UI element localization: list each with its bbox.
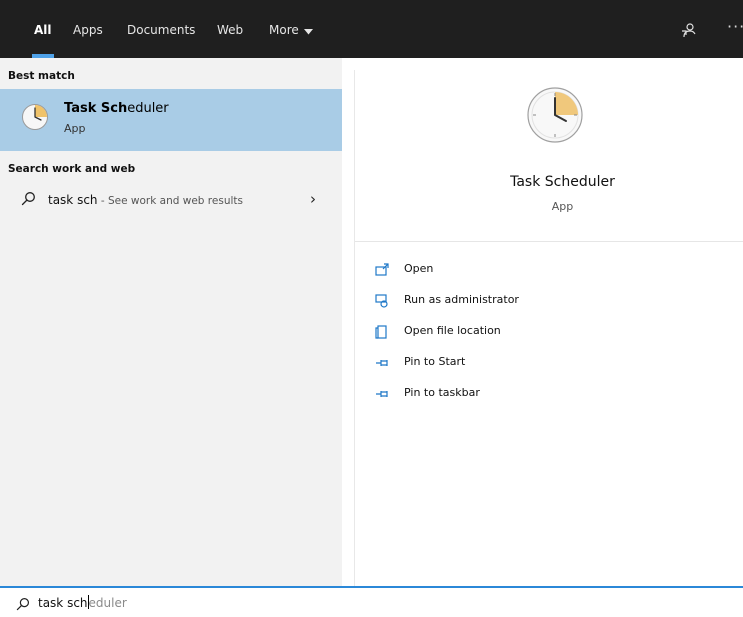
search-input[interactable]: task scheduler [38, 595, 127, 610]
search-work-web-heading: Search work and web [8, 163, 136, 175]
best-match-name: Task Scheduler [64, 101, 169, 116]
action-open-file-location-label: Open file location [404, 324, 501, 337]
open-icon [375, 262, 389, 276]
best-match-name-rest: eduler [127, 101, 169, 116]
pin-icon [375, 355, 389, 369]
best-match-item[interactable]: Task Scheduler App [0, 89, 342, 151]
tab-more[interactable]: More [269, 0, 313, 58]
search-typed-text: task sch [38, 596, 88, 610]
detail-title: Task Scheduler [510, 174, 615, 190]
feedback-icon[interactable] [681, 22, 697, 42]
search-web-hint: - See work and web results [97, 195, 243, 207]
detail-panel: Task Scheduler App Open Run as administr… [354, 70, 743, 586]
chevron-down-icon [303, 1, 313, 61]
search-web-query-text: task sch [48, 193, 98, 207]
clock-icon [21, 103, 49, 135]
search-icon [21, 191, 36, 210]
action-pin-to-start-label: Pin to Start [404, 355, 466, 368]
search-filter-bar: All Apps Documents Web More ··· [0, 0, 743, 58]
more-options-icon[interactable]: ··· [727, 17, 743, 36]
file-location-icon [375, 324, 389, 339]
tab-documents[interactable]: Documents [127, 0, 195, 58]
search-web-result[interactable]: task sch - See work and web results › [0, 185, 342, 215]
detail-type: App [551, 200, 574, 213]
tab-web[interactable]: Web [217, 0, 243, 58]
best-match-heading: Best match [8, 70, 75, 82]
detail-divider [355, 241, 743, 242]
search-box[interactable]: task scheduler [0, 586, 743, 617]
tab-more-label: More [269, 23, 299, 37]
results-panel: Best match Task Scheduler App Search wor… [0, 58, 342, 586]
best-match-name-bold: Task Sch [64, 101, 128, 116]
chevron-right-icon[interactable]: › [310, 190, 316, 208]
run-as-admin-icon [375, 293, 389, 308]
best-match-type: App [64, 122, 86, 135]
clock-icon [525, 85, 585, 149]
action-open-label: Open [404, 262, 434, 275]
action-run-as-admin-label: Run as administrator [404, 293, 519, 306]
pin-icon [375, 386, 389, 400]
search-icon [16, 596, 30, 615]
search-web-query: task sch - See work and web results [48, 193, 243, 207]
search-suggestion-text: eduler [88, 596, 127, 610]
tab-all[interactable]: All [32, 0, 53, 58]
tab-apps[interactable]: Apps [73, 0, 103, 58]
action-pin-to-taskbar-label: Pin to taskbar [404, 386, 480, 399]
